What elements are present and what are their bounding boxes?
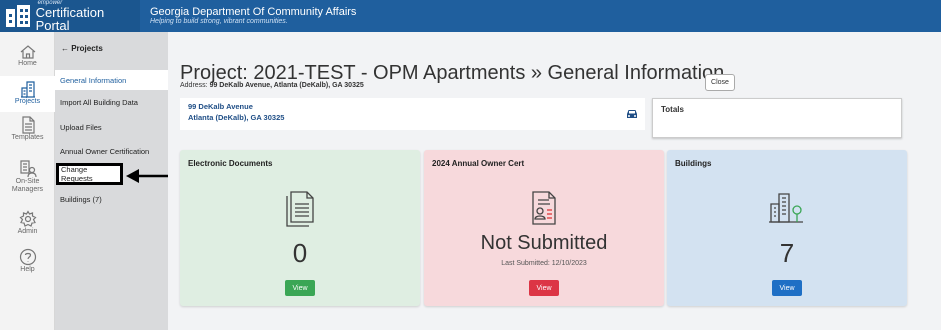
certificate-icon <box>532 191 556 225</box>
address-card: 99 DeKalb Avenue Atlanta (DeKalb), GA 30… <box>180 98 645 130</box>
building-icon <box>20 81 35 98</box>
address-line-2: Atlanta (DeKalb), GA 30325 <box>188 112 285 122</box>
back-to-projects-link[interactable]: ← Projects <box>61 44 103 53</box>
electronic-documents-card: Electronic Documents 0 View <box>180 150 420 306</box>
rail-item-projects[interactable]: Projects <box>0 76 55 112</box>
totals-title: Totals <box>661 105 684 114</box>
address-value: 99 DeKalb Avenue, Atlanta (DeKalb), GA 3… <box>209 82 364 89</box>
card-title: Electronic Documents <box>188 159 273 168</box>
rail-label-help: Help <box>20 266 35 273</box>
card-value: Not Submitted <box>480 232 608 254</box>
annual-owner-cert-card: 2024 Annual Owner Cert Not Submitted Las… <box>424 150 664 306</box>
rail-item-on-site-managers[interactable]: On-Site Managers <box>0 154 55 196</box>
rail-item-help[interactable]: Help <box>0 242 55 278</box>
subnav-item-change-requests[interactable]: Change Requests <box>59 164 121 184</box>
view-documents-button[interactable]: View <box>285 280 315 296</box>
last-submitted-text: Last Submitted: 12/10/2023 <box>501 260 587 267</box>
page-address-line: Address: 99 DeKalb Avenue, Atlanta (DeKa… <box>180 82 364 89</box>
address-prefix: Address: <box>180 82 208 89</box>
subnav-item-buildings[interactable]: Buildings (7) <box>55 189 168 209</box>
subnav-item-annual-owner-certification[interactable]: Annual Owner Certification <box>55 141 168 161</box>
manager-icon <box>19 160 37 178</box>
rail-label-on-site-managers: On-Site Managers <box>11 178 44 193</box>
rail-label-admin: Admin <box>17 228 38 235</box>
subnav-item-upload-files[interactable]: Upload Files <box>55 117 168 137</box>
card-title: 2024 Annual Owner Cert <box>432 159 525 168</box>
document-stack-icon <box>286 191 314 227</box>
brand-logo-area[interactable]: empower Certification Portal <box>0 0 140 32</box>
org-tagline: Helping to build strong, vibrant communi… <box>150 18 288 26</box>
subnav-item-import-building-data[interactable]: Import All Building Data <box>55 92 168 112</box>
top-bar: empower Certification Portal Georgia Dep… <box>0 0 941 32</box>
card-title: Buildings <box>675 159 712 168</box>
document-icon <box>21 116 35 134</box>
home-icon <box>20 45 35 59</box>
org-name: Georgia Department Of Community Affairs <box>150 6 357 19</box>
rail-label-home: Home <box>18 60 37 67</box>
building-logo-icon <box>6 5 32 27</box>
view-buildings-button[interactable]: View <box>772 280 802 296</box>
subnav-item-general-information[interactable]: General Information <box>55 70 168 90</box>
card-value: 0 <box>292 238 308 268</box>
totals-card: Totals <box>652 98 902 138</box>
icon-rail: Home Projects Templates On-Site Managers… <box>0 32 55 330</box>
car-icon[interactable] <box>625 108 639 120</box>
rail-item-home[interactable]: Home <box>0 42 55 76</box>
buildings-card: Buildings 7 View <box>667 150 907 306</box>
rail-item-templates[interactable]: Templates <box>0 112 55 150</box>
building-tree-icon <box>769 193 803 223</box>
card-value: 7 <box>779 238 795 268</box>
close-button[interactable]: Close <box>705 74 735 91</box>
main-content: Project: 2021-TEST - OPM Apartments » Ge… <box>168 32 941 330</box>
rail-label-templates: Templates <box>11 134 44 141</box>
address-line-1: 99 DeKalb Avenue <box>188 102 253 111</box>
help-icon <box>19 248 36 266</box>
gear-icon <box>18 210 37 227</box>
view-owner-cert-button[interactable]: View <box>529 280 559 296</box>
brand-name: Certification Portal <box>35 5 105 33</box>
rail-item-admin[interactable]: Admin <box>0 202 55 238</box>
rail-label-projects: Projects <box>14 98 41 105</box>
